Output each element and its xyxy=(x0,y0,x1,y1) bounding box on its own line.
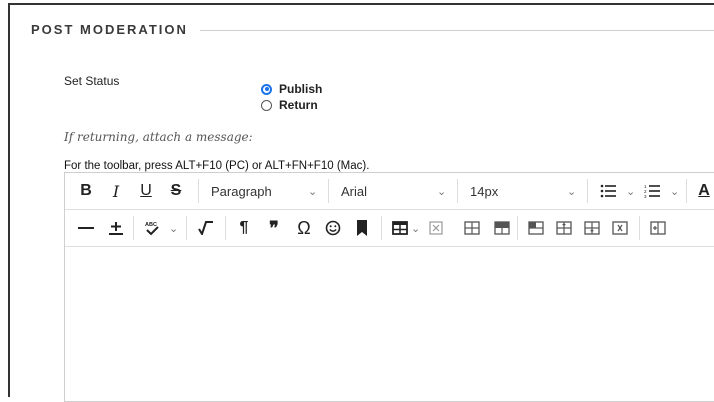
editor-content-area[interactable] xyxy=(65,247,714,401)
bold-button[interactable]: B xyxy=(73,173,99,209)
toolbar-separator xyxy=(686,179,687,203)
bookmark-icon[interactable] xyxy=(349,210,375,246)
toolbar-shortcut-note: For the toolbar, press ALT+F10 (PC) or A… xyxy=(64,160,370,172)
table-merge-icon[interactable] xyxy=(645,210,671,246)
chevron-down-icon[interactable]: ⌄ xyxy=(567,173,576,209)
table-col-before-icon[interactable] xyxy=(523,210,549,246)
toolbar-row-insert: ABC ⌄ ¶ ❞ Ω ⌄ xyxy=(65,210,714,247)
font-size-dropdown[interactable]: 14px xyxy=(470,173,498,209)
table-col-after-icon[interactable] xyxy=(551,210,577,246)
table-row-before-icon[interactable] xyxy=(459,210,485,246)
radio-return-indicator[interactable] xyxy=(261,99,272,111)
radio-publish-label[interactable]: Publish xyxy=(279,82,322,96)
toolbar-separator xyxy=(186,216,187,240)
svg-text:3: 3 xyxy=(644,194,647,198)
radio-return-label[interactable]: Return xyxy=(279,98,318,112)
italic-button[interactable]: I xyxy=(103,173,129,209)
toolbar-separator xyxy=(198,179,199,203)
blockquote-button[interactable]: ❞ xyxy=(261,210,287,246)
chevron-down-icon[interactable]: ⌄ xyxy=(437,173,446,209)
chevron-down-icon[interactable]: ⌄ xyxy=(626,173,635,209)
paragraph-mark-button[interactable]: ¶ xyxy=(231,210,257,246)
toolbar-separator xyxy=(517,216,518,240)
section-divider xyxy=(200,30,714,31)
chevron-down-icon[interactable]: ⌄ xyxy=(169,210,178,246)
section-title: POST MODERATION xyxy=(31,22,188,37)
toolbar-separator xyxy=(328,179,329,203)
table-row-after-icon[interactable] xyxy=(489,210,515,246)
font-family-dropdown[interactable]: Arial xyxy=(341,173,367,209)
plus-minus-icon[interactable] xyxy=(103,210,129,246)
table-icon[interactable] xyxy=(387,210,413,246)
special-character-button[interactable]: Ω xyxy=(291,210,317,246)
toolbar-separator xyxy=(225,216,226,240)
toolbar-row-formatting: B I U S Paragraph ⌄ Arial ⌄ 14px ⌄ ⌄ 123… xyxy=(65,173,714,210)
post-moderation-panel: POST MODERATION Set Status Publish Retur… xyxy=(8,3,714,402)
strikethrough-button[interactable]: S xyxy=(163,173,189,209)
table-insert-icon[interactable] xyxy=(579,210,605,246)
toolbar-separator xyxy=(457,179,458,203)
chevron-down-icon[interactable]: ⌄ xyxy=(411,210,420,246)
toolbar-separator xyxy=(639,216,640,240)
toolbar-separator xyxy=(587,179,588,203)
toolbar-separator xyxy=(133,216,134,240)
paragraph-format-dropdown[interactable]: Paragraph xyxy=(211,173,272,209)
horizontal-line-icon[interactable] xyxy=(73,210,99,246)
radio-publish-indicator[interactable] xyxy=(261,83,272,95)
svg-text:ABC: ABC xyxy=(145,222,157,228)
bullet-list-icon[interactable] xyxy=(595,173,621,209)
table-delete-col-icon[interactable] xyxy=(607,210,633,246)
numbered-list-icon[interactable]: 123 xyxy=(639,173,665,209)
underline-button[interactable]: U xyxy=(133,173,159,209)
radio-return[interactable]: Return xyxy=(261,98,318,112)
radio-publish[interactable]: Publish xyxy=(261,82,322,96)
set-status-label: Set Status xyxy=(64,74,120,88)
emoji-icon[interactable] xyxy=(320,210,346,246)
text-color-button[interactable]: A xyxy=(693,173,714,209)
spellcheck-icon[interactable]: ABC xyxy=(139,210,165,246)
chevron-down-icon[interactable]: ⌄ xyxy=(308,173,317,209)
return-message-hint: If returning, attach a message: xyxy=(64,130,253,144)
delete-table-icon[interactable] xyxy=(423,210,449,246)
chevron-down-icon[interactable]: ⌄ xyxy=(670,173,679,209)
rich-text-editor: B I U S Paragraph ⌄ Arial ⌄ 14px ⌄ ⌄ 123… xyxy=(64,172,714,402)
math-formula-icon[interactable] xyxy=(193,210,219,246)
toolbar-separator xyxy=(381,216,382,240)
